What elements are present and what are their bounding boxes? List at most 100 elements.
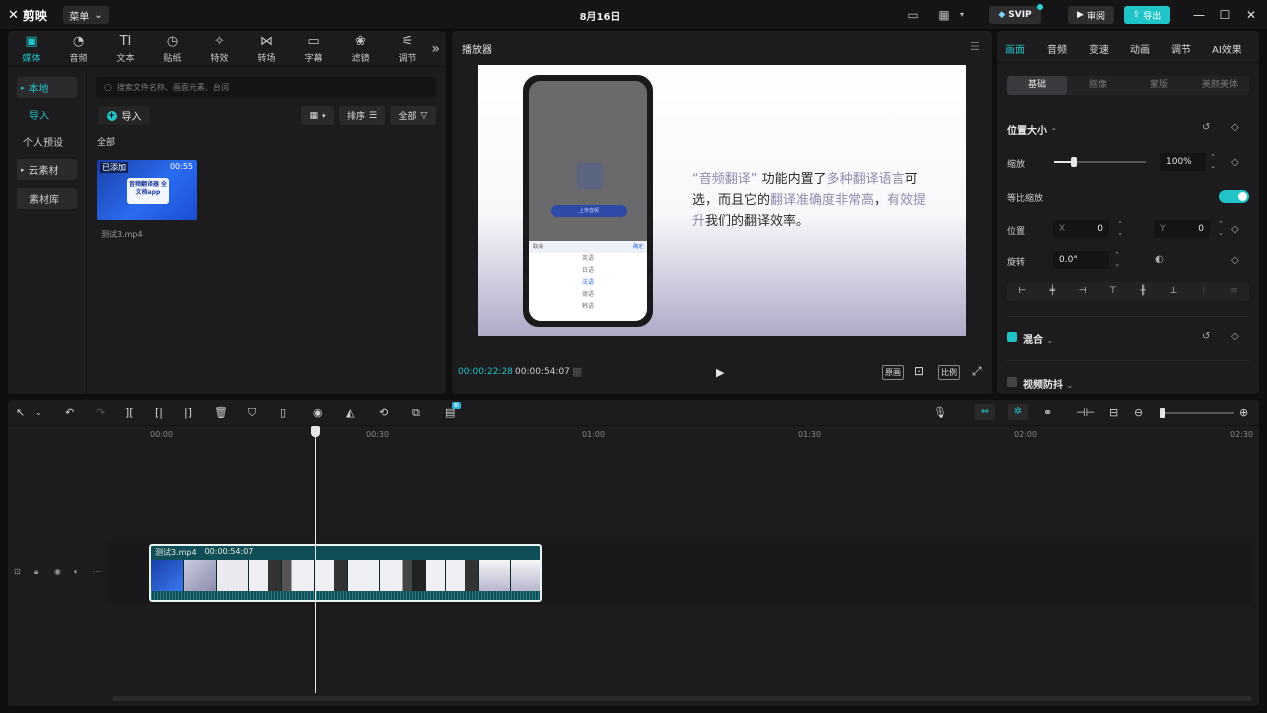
align-top-icon[interactable]: ⊤ (1098, 282, 1128, 301)
uniform-scale-toggle[interactable] (1219, 190, 1249, 203)
keyframe-icon[interactable]: ◇ (1231, 224, 1239, 235)
split-left-icon[interactable]: [| (155, 406, 163, 419)
align-center-v-icon[interactable]: ╫ (1128, 282, 1158, 301)
reset-icon[interactable]: ↺ (1202, 331, 1210, 342)
tab-adjust[interactable]: ⚟ 调节 (384, 31, 431, 67)
media-search-input[interactable]: ○ 搜索文件名称、画面元素、台词 (96, 77, 436, 98)
position-y-stepper[interactable]: ⌃ ⌄ (1216, 220, 1226, 238)
align-left-icon[interactable]: ⊢ (1007, 282, 1037, 301)
fullscreen-icon[interactable]: ⤢ (972, 364, 982, 379)
layout-dropdown-icon[interactable]: ▾ (954, 7, 970, 23)
undo-icon[interactable]: ↶ (65, 406, 74, 419)
tab-sticker[interactable]: ◷ 贴纸 (149, 31, 196, 67)
keyframe-icon[interactable]: ◇ (1231, 157, 1239, 168)
side-item-presets[interactable]: 个人预设 (17, 131, 77, 152)
track-collapse-icon[interactable]: ⊡ (14, 567, 21, 576)
keyframe-icon[interactable]: ◇ (1231, 122, 1239, 133)
more-tabs-icon[interactable]: » (431, 41, 440, 57)
svip-button[interactable]: ◆ SVIP (989, 4, 1043, 24)
ratio-button[interactable]: 比例 (938, 365, 960, 380)
position-y-input[interactable]: Y 0 (1154, 220, 1210, 238)
stabilize-checkbox[interactable] (1007, 377, 1017, 387)
tab-media[interactable]: ▣ 媒体 (8, 31, 55, 67)
play-icon[interactable]: ▶ (716, 366, 724, 379)
tab-effects[interactable]: ✧ 特效 (196, 31, 243, 67)
freeze-icon[interactable]: ▯ (280, 406, 286, 419)
reverse-icon[interactable]: ◉ (313, 406, 323, 419)
tab-ai-effects[interactable]: AI效果 (1212, 41, 1242, 56)
scale-slider[interactable] (1054, 157, 1146, 167)
tab-subtitle[interactable]: ▭ 字幕 (290, 31, 337, 67)
sort-button[interactable]: 排序 ☰ (339, 106, 385, 125)
blend-checkbox[interactable] (1007, 332, 1017, 342)
preview-axis-icon[interactable]: ⊣⊢ (1076, 406, 1095, 419)
position-x-stepper[interactable]: ⌃ ⌄ (1115, 220, 1125, 238)
eye-icon[interactable]: ◉ (54, 567, 61, 576)
export-button[interactable]: ⇪ 导出 (1124, 6, 1170, 24)
subtab-beauty[interactable]: 美颜美体 (1190, 76, 1250, 95)
video-clip[interactable]: 测试3.mp4 00:00:54:07 (149, 544, 542, 602)
zoom-out-icon[interactable]: ⊖ (1134, 406, 1143, 419)
side-item-import[interactable]: 导入 (17, 104, 77, 125)
tab-picture[interactable]: 画面 (1005, 41, 1025, 56)
zoom-slider-handle[interactable] (1160, 408, 1165, 418)
playhead-handle[interactable] (311, 426, 320, 437)
lock-icon[interactable]: 🔒︎ (34, 567, 38, 577)
position-x-input[interactable]: X 0 (1053, 220, 1109, 238)
snap-icon[interactable]: ✲ (1008, 404, 1028, 420)
section-blend[interactable]: 混合 ⌄ (1023, 331, 1053, 346)
split-right-icon[interactable]: |] (184, 406, 192, 419)
link-icon[interactable]: ⚭ (1043, 406, 1052, 419)
preview-canvas[interactable]: 上传音频 取消 确定 英语 日语 法语 德语 韩语 “音频翻译” 功能内置了多种… (478, 65, 966, 336)
select-tool-icon[interactable]: ↖ (16, 406, 25, 419)
marker-icon[interactable]: ⛉ (248, 406, 256, 420)
minimize-icon[interactable]: — (1192, 8, 1206, 22)
rotate-dial-icon[interactable]: ◐ (1155, 254, 1164, 265)
more-icon[interactable]: ⋯ (93, 567, 101, 576)
keyframe-icon[interactable]: ◇ (1231, 331, 1239, 342)
tab-transition[interactable]: ⋈ 转场 (243, 31, 290, 67)
tab-adjust[interactable]: 调节 (1171, 41, 1191, 56)
zoom-slider[interactable] (1160, 408, 1234, 418)
side-item-cloud[interactable]: ▸ 云素材 (17, 159, 77, 180)
magnet-icon[interactable]: ⇔ (975, 404, 995, 420)
fit-icon[interactable]: ⊟ (1109, 406, 1118, 419)
tab-filter[interactable]: ❀ 滤镜 (337, 31, 384, 67)
rotate-icon[interactable]: ⟲ (379, 406, 388, 419)
tab-speed[interactable]: 变速 (1089, 41, 1109, 56)
scale-stepper[interactable]: ⌃ ⌄ (1208, 153, 1218, 171)
align-center-h-icon[interactable]: ╪ (1037, 282, 1067, 301)
rotate-input[interactable]: 0.0° (1053, 251, 1109, 269)
delete-icon[interactable]: 🗑 (214, 406, 228, 419)
tab-text[interactable]: TI 文本 (102, 31, 149, 67)
align-right-icon[interactable]: ⊣ (1068, 282, 1098, 301)
scale-input[interactable]: 100% (1160, 153, 1206, 171)
chevron-down-icon[interactable]: ⌄ (35, 408, 42, 417)
original-quality-button[interactable]: 原画 (882, 365, 904, 380)
hamburger-menu-icon[interactable]: ☰ (970, 40, 980, 53)
align-bottom-icon[interactable]: ⊥ (1158, 282, 1188, 301)
screenshot-icon[interactable]: ⊡ (914, 364, 924, 378)
keyframe-icon[interactable]: ◇ (1231, 255, 1239, 266)
view-mode-button[interactable]: ▦ ▾ (301, 106, 334, 125)
media-thumbnail[interactable]: 已添加 00:55 音频翻译器 全文档app (97, 160, 197, 220)
tab-audio[interactable]: 音频 (1047, 41, 1067, 56)
side-item-library[interactable]: 素材库 (17, 188, 77, 209)
import-button[interactable]: + 导入 (98, 106, 150, 125)
subtab-cutout[interactable]: 抠像 (1068, 76, 1128, 95)
microphone-icon[interactable]: 🎙 (933, 406, 947, 419)
menu-button[interactable]: 菜单 ⌄ (63, 6, 109, 24)
tab-animation[interactable]: 动画 (1130, 41, 1150, 56)
rotate-stepper[interactable]: ⌃ ⌄ (1112, 251, 1122, 269)
filter-button[interactable]: 全部 ▽ (390, 106, 436, 125)
volume-icon[interactable]: 🔈︎ (74, 567, 79, 577)
split-icon[interactable]: ][ (125, 406, 134, 419)
close-icon[interactable]: ✕ (1244, 8, 1258, 22)
timeline-scrollbar[interactable] (112, 696, 1252, 701)
zoom-in-icon[interactable]: ⊕ (1239, 406, 1248, 419)
section-stabilize[interactable]: 视频防抖 ⌄ (1023, 376, 1073, 391)
layout-icon[interactable]: ▦ (936, 7, 952, 23)
side-item-local[interactable]: ▸ 本地 (17, 77, 77, 98)
reset-icon[interactable]: ↺ (1202, 122, 1210, 133)
crop-icon[interactable]: ⧉ (412, 406, 420, 420)
